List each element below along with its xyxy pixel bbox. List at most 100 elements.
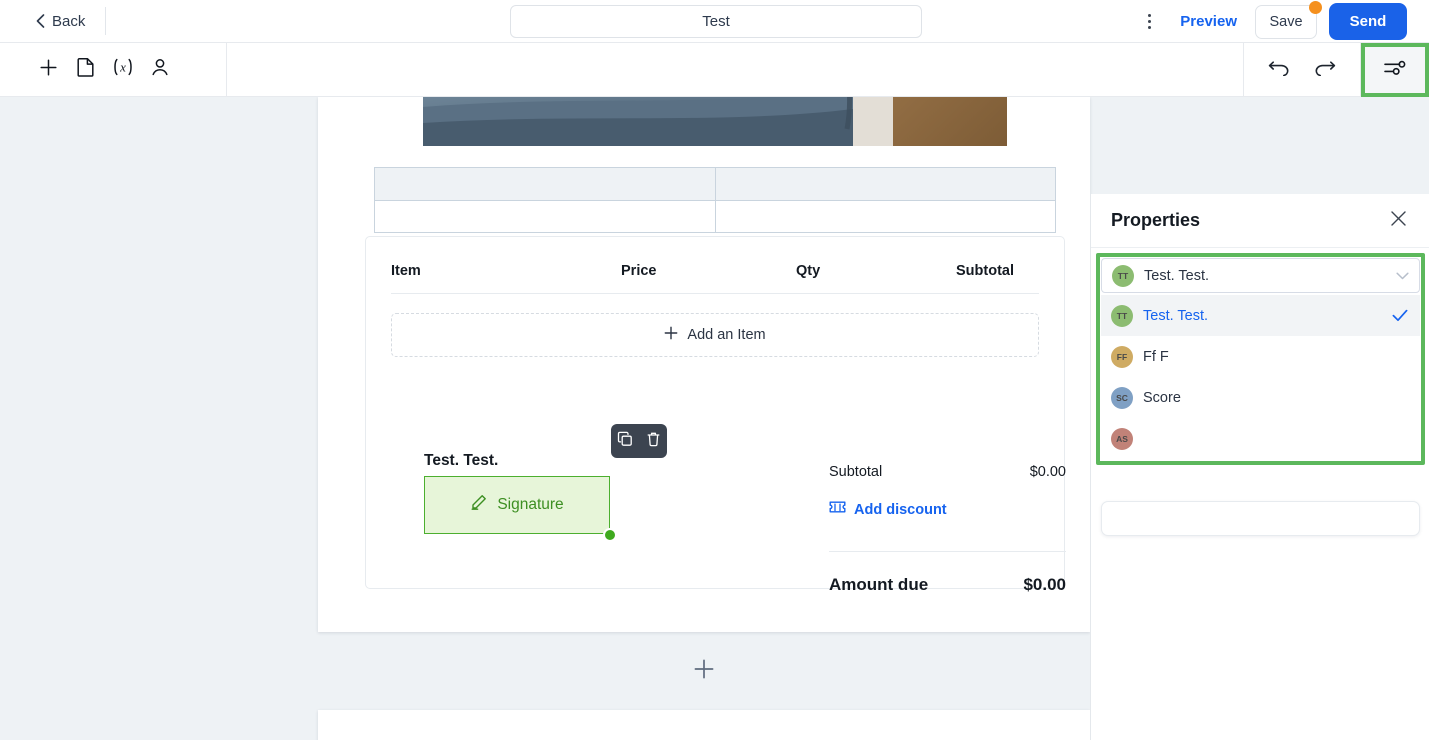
toolbar-right-actions	[1243, 43, 1429, 97]
element-toolbar	[611, 424, 667, 458]
chevron-down-icon	[1396, 272, 1409, 280]
column-header-item: Item	[391, 263, 421, 279]
unsaved-changes-badge	[1309, 0, 1322, 14]
undo-icon	[1268, 59, 1290, 81]
totals-section: Subtotal $0.00 Add discount Amount due $…	[829, 464, 1066, 595]
signer-option-2[interactable]: SC Score	[1101, 377, 1420, 418]
document-icon	[76, 57, 95, 82]
signature-recipient-name: Test. Test.	[424, 452, 499, 469]
avatar: TT	[1112, 264, 1134, 287]
line-items-header: Item Price Qty Subtotal	[366, 237, 1064, 279]
signer-option-1[interactable]: FF Ff F	[1101, 336, 1420, 377]
subtotal-row: Subtotal $0.00	[829, 464, 1066, 480]
ticket-icon	[829, 501, 846, 518]
add-discount-button[interactable]: Add discount	[829, 501, 1066, 518]
add-item-button[interactable]: Add an Item	[391, 313, 1039, 357]
secondary-property-card[interactable]	[1101, 501, 1420, 536]
add-page-button[interactable]	[67, 51, 104, 88]
undo-button[interactable]	[1264, 55, 1294, 85]
recipient-button[interactable]	[141, 51, 178, 88]
signer-dropdown-highlight: TT Test. Test. TT Test. Test. FF Ff F SC…	[1096, 253, 1425, 465]
editor-toolbar: x	[0, 43, 1429, 97]
send-label: Send	[1349, 13, 1387, 30]
properties-header: Properties	[1091, 194, 1429, 248]
properties-toggle-button[interactable]	[1361, 43, 1429, 97]
table-header-cell-1[interactable]	[375, 168, 715, 200]
close-panel-button[interactable]	[1390, 210, 1407, 232]
toolbar-divider-vertical	[226, 43, 227, 97]
pen-icon	[470, 494, 487, 516]
table-body-cell-1[interactable]	[375, 201, 715, 233]
line-items-divider	[391, 293, 1039, 294]
plus-icon	[39, 58, 58, 82]
hero-image-content	[423, 97, 1007, 146]
signer-dropdown-list: TT Test. Test. FF Ff F SC Score AS	[1100, 294, 1421, 461]
save-button[interactable]: Save	[1255, 4, 1317, 39]
signature-block[interactable]: Test. Test. Signature	[424, 424, 667, 542]
resize-handle[interactable]	[603, 528, 617, 542]
variable-button[interactable]: x	[104, 51, 141, 88]
subtotal-label: Subtotal	[829, 464, 883, 480]
redo-icon	[1314, 59, 1336, 81]
column-header-subtotal: Subtotal	[956, 263, 1014, 279]
top-bar-actions: Preview Save Send	[1132, 0, 1429, 43]
table-header-row	[375, 168, 1055, 201]
document-canvas[interactable]: Item Price Qty Subtotal Add an Item Test…	[0, 97, 1429, 740]
avatar: AS	[1111, 427, 1133, 450]
signer-select[interactable]: TT Test. Test.	[1101, 258, 1420, 293]
send-button[interactable]: Send	[1329, 3, 1407, 40]
signer-option-0[interactable]: TT Test. Test.	[1101, 295, 1420, 336]
hero-image[interactable]	[423, 97, 1007, 146]
properties-panel: Properties To be signed by TT Test. Test…	[1090, 194, 1429, 740]
copy-icon	[617, 431, 633, 452]
document-title-input[interactable]: Test	[510, 5, 922, 38]
delete-button[interactable]	[643, 431, 663, 451]
plus-icon	[664, 326, 678, 344]
amount-due-row: Amount due $0.00	[829, 575, 1066, 595]
signer-option-label: Score	[1143, 389, 1181, 406]
column-header-qty: Qty	[796, 263, 821, 279]
signer-option-3[interactable]: AS	[1101, 418, 1420, 459]
line-items-card: Item Price Qty Subtotal Add an Item Test…	[365, 236, 1066, 594]
toolbar-divider	[105, 7, 107, 35]
avatar: TT	[1111, 304, 1133, 327]
signer-option-label: Test. Test.	[1143, 307, 1209, 324]
redo-button[interactable]	[1310, 55, 1340, 85]
chevron-left-icon	[36, 14, 45, 28]
signer-select-value: Test. Test.	[1144, 267, 1210, 284]
trash-icon	[646, 431, 661, 452]
kebab-icon	[1147, 12, 1151, 31]
back-label: Back	[52, 12, 86, 30]
duplicate-button[interactable]	[615, 431, 635, 451]
save-button-wrapper: Save	[1255, 0, 1322, 39]
add-discount-label: Add discount	[854, 501, 947, 518]
add-item-label: Add an Item	[687, 327, 766, 343]
document-title-value: Test	[702, 13, 730, 30]
signer-option-label: Ff F	[1143, 348, 1169, 365]
back-button[interactable]: Back	[36, 0, 85, 42]
sliders-icon	[1383, 59, 1407, 82]
save-label: Save	[1269, 13, 1303, 30]
table-header-cell-2[interactable]	[715, 168, 1055, 200]
table-body-row	[375, 200, 1055, 233]
amount-due-value: $0.00	[1023, 575, 1066, 594]
amount-due-label: Amount due	[829, 575, 929, 594]
document-page-1: Item Price Qty Subtotal Add an Item Test…	[318, 97, 1090, 632]
variable-icon: x	[110, 57, 136, 82]
preview-button[interactable]: Preview	[1180, 13, 1237, 30]
more-options-button[interactable]	[1132, 5, 1166, 39]
person-icon	[150, 57, 170, 82]
column-header-price: Price	[621, 263, 657, 279]
add-section-button[interactable]	[318, 632, 1090, 710]
avatar: SC	[1111, 386, 1133, 409]
totals-divider	[829, 551, 1066, 552]
content-table[interactable]	[374, 167, 1056, 233]
check-icon	[1392, 309, 1408, 322]
signature-field-label: Signature	[497, 496, 564, 513]
history-controls	[1244, 55, 1360, 85]
plus-icon	[693, 658, 715, 685]
signature-field[interactable]: Signature	[424, 476, 617, 542]
svg-text:x: x	[119, 60, 126, 75]
add-block-button[interactable]	[30, 51, 67, 88]
table-body-cell-2[interactable]	[715, 200, 1055, 232]
